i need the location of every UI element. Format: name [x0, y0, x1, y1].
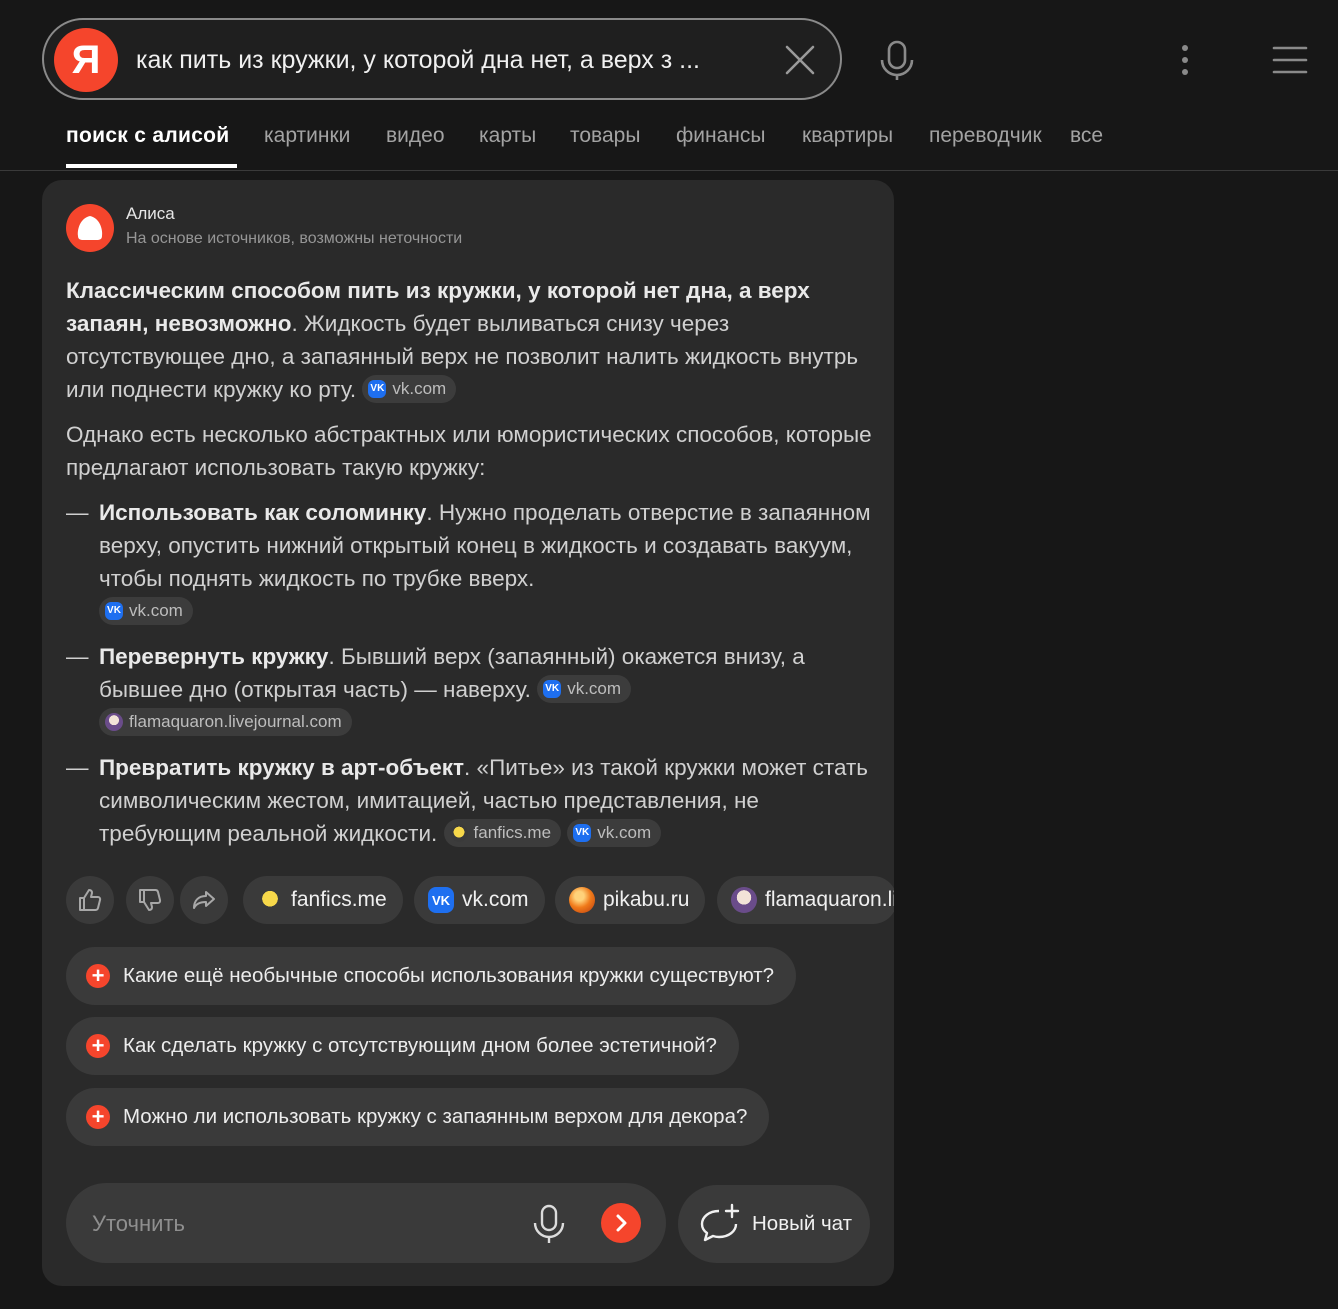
more-options-button[interactable] [1172, 44, 1198, 76]
source-label: flamaquaron.livejournal.com [129, 712, 342, 732]
source-label: vk.com [597, 823, 652, 843]
source-label: vk.com [567, 679, 622, 699]
answer-list-item: — Превратить кружку в арт-объект. «Питье… [66, 751, 876, 850]
vk-favicon-icon: VK [573, 824, 592, 843]
source-chip-vk[interactable]: VK vk.com [362, 375, 457, 404]
source-label: vk.com [129, 601, 183, 621]
source-pill-fanfics[interactable]: fanfics.me [243, 876, 403, 924]
source-label: vk.com [392, 379, 447, 399]
fanfics-favicon-icon [449, 824, 468, 843]
active-tab-indicator [66, 164, 237, 168]
answer-paragraph: Однако есть несколько абстрактных или юм… [66, 422, 872, 480]
flamaquaron-favicon-icon [731, 887, 757, 913]
tab-products[interactable]: товары [570, 124, 640, 148]
yandex-logo[interactable]: Я [54, 28, 118, 92]
source-label: fanfics.me [473, 823, 552, 843]
list-dash: — [66, 755, 89, 780]
source-pill-flamaquaron[interactable]: flamaquaron.li [717, 876, 894, 924]
flamaquaron-favicon-icon [105, 713, 123, 732]
source-chip-flamaquaron[interactable]: flamaquaron.livejournal.com [99, 708, 352, 737]
list-item-title: Перевернуть кружку [99, 644, 329, 669]
source-chip-vk[interactable]: VK vk.com [567, 819, 662, 848]
clear-search-button[interactable] [782, 42, 818, 78]
plus-icon: + [86, 1105, 110, 1129]
dislike-button[interactable] [126, 876, 174, 924]
source-pill-label: pikabu.ru [603, 888, 690, 911]
source-chip-fanfics[interactable]: fanfics.me [443, 819, 562, 848]
alice-answer-card: Алиса На основе источников, возможны нет… [42, 180, 894, 1286]
answer-paragraph: Классическим способом пить из кружки, у … [66, 274, 876, 406]
thumbs-down-icon [139, 889, 162, 911]
suggestion-label: Можно ли использовать кружку с запаянным… [123, 1105, 748, 1128]
alice-avatar [66, 204, 114, 252]
refine-box [66, 1183, 666, 1263]
more-vertical-icon [1182, 45, 1188, 75]
alice-disclaimer: На основе источников, возможны неточност… [126, 230, 463, 247]
send-button[interactable] [601, 1203, 641, 1243]
answer-text: Классическим способом пить из кружки, у … [66, 274, 876, 862]
like-button[interactable] [66, 876, 114, 924]
suggestion-chip[interactable]: + Как сделать кружку с отсутствующим дно… [66, 1017, 739, 1075]
close-icon [785, 45, 815, 75]
thumbs-up-icon [79, 889, 102, 911]
alice-name: Алиса [126, 204, 175, 223]
pikabu-favicon-icon [569, 887, 595, 913]
voice-search-button[interactable] [878, 40, 916, 82]
source-pill-label: fanfics.me [291, 888, 387, 911]
suggestion-label: Как сделать кружку с отсутствующим дном … [123, 1034, 717, 1057]
list-dash: — [66, 644, 89, 669]
answer-list-item: — Использовать как соломинку. Нужно прод… [66, 496, 876, 628]
vk-favicon-icon: VK [105, 602, 123, 621]
microphone-icon [533, 1204, 565, 1243]
main-menu-button[interactable] [1272, 44, 1308, 76]
refine-voice-button[interactable] [532, 1203, 566, 1245]
suggestion-label: Какие ещё необычные способы использовани… [123, 964, 775, 987]
vk-favicon-icon: VK [428, 887, 454, 913]
refine-input[interactable] [90, 1205, 514, 1243]
list-item-title: Превратить кружку в арт-объект [99, 755, 465, 780]
alice-logo-icon [77, 216, 103, 240]
source-chip-vk[interactable]: VK vk.com [537, 675, 632, 704]
search-box[interactable]: Я как пить из кружки, у которой дна нет,… [42, 18, 842, 100]
search-tabs: поиск с алисой картинки видео карты това… [0, 110, 1338, 171]
plus-icon: + [86, 1034, 110, 1058]
source-chip-vk[interactable]: VK vk.com [99, 597, 193, 626]
vk-favicon-icon: VK [368, 380, 387, 399]
list-item-title: Использовать как соломинку [99, 500, 427, 525]
tab-maps[interactable]: карты [479, 124, 536, 148]
tab-video[interactable]: видео [386, 124, 445, 148]
suggestion-chip[interactable]: + Можно ли использовать кружку с запаянн… [66, 1088, 770, 1146]
share-button[interactable] [180, 876, 228, 924]
new-chat-icon [700, 1203, 740, 1242]
tab-realty[interactable]: квартиры [802, 124, 893, 148]
suggestion-chip[interactable]: + Какие ещё необычные способы использова… [66, 947, 797, 1005]
chevron-right-icon [616, 1214, 627, 1232]
tab-all[interactable]: все [1070, 124, 1103, 148]
source-pill-label: vk.com [462, 888, 529, 911]
list-dash: — [66, 500, 89, 525]
fanfics-favicon-icon [257, 887, 283, 913]
tab-images[interactable]: картинки [264, 124, 350, 148]
answer-actions: fanfics.me VK vk.com pikabu.ru flamaquar… [66, 876, 894, 924]
source-pill-label: flamaquaron.li [765, 888, 894, 911]
tab-alice-search[interactable]: поиск с алисой [66, 124, 230, 148]
vk-favicon-icon: VK [543, 680, 562, 699]
source-pill-vk[interactable]: VK vk.com [414, 876, 545, 924]
search-query[interactable]: как пить из кружки, у которой дна нет, а… [136, 46, 756, 75]
new-chat-button[interactable]: Новый чат [678, 1185, 870, 1263]
source-pill-pikabu[interactable]: pikabu.ru [555, 876, 706, 924]
answer-list-item: — Перевернуть кружку. Бывший верх (запая… [66, 640, 876, 739]
tab-translator[interactable]: переводчик [929, 124, 1042, 148]
new-chat-label: Новый чат [752, 1212, 852, 1235]
hamburger-icon [1272, 46, 1308, 74]
share-icon [193, 891, 215, 909]
plus-icon: + [86, 964, 110, 988]
microphone-icon [880, 40, 914, 80]
tab-finance[interactable]: финансы [676, 124, 765, 148]
